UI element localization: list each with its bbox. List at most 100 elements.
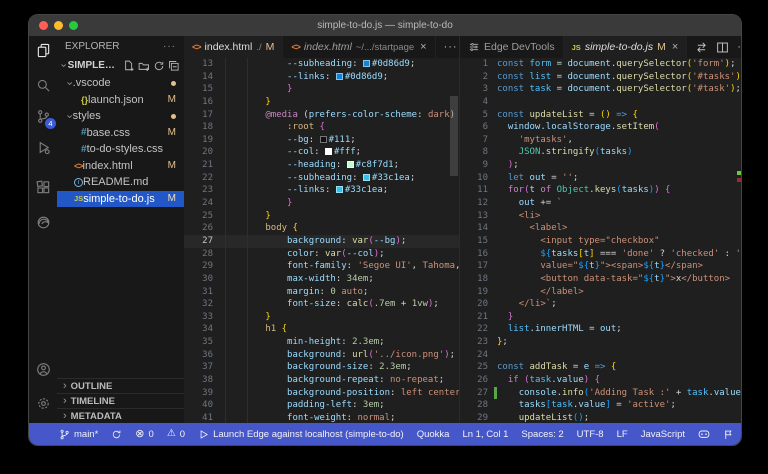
- overview-ruler-deleted-mark: [737, 178, 741, 182]
- activity-debug-icon[interactable]: [31, 135, 55, 159]
- close-tab-icon[interactable]: ×: [672, 41, 678, 53]
- line-number: 7: [482, 134, 488, 145]
- new-file-icon[interactable]: [123, 60, 135, 72]
- code-editor[interactable]: 1 const form = document.querySelector('fo…: [460, 58, 741, 423]
- minimize-window-button[interactable]: [54, 21, 63, 30]
- line-number: 19: [202, 134, 213, 145]
- code-text: body {: [265, 223, 298, 234]
- split-editor-icon[interactable]: [716, 41, 729, 54]
- tree-item-launch-json[interactable]: {} launch.json M: [57, 92, 184, 109]
- code-text: ${tasks[t] === 'done' ? 'checked' : '': [540, 248, 741, 259]
- panel-metadata[interactable]: › METADATA: [57, 408, 184, 423]
- tree-item-to-do-styles-css[interactable]: # to-do-styles.css: [57, 141, 184, 158]
- line-number: 35: [202, 337, 213, 348]
- git-modified-badge: M: [167, 127, 176, 139]
- code-text: font-weight: normal;: [287, 412, 396, 423]
- status-item-launch[interactable]: Launch Edge against localhost (simple-to…: [198, 429, 404, 440]
- tab-label: simple-to-do.js: [584, 41, 654, 53]
- workspace-section-row[interactable]: › SIMPLE…: [57, 56, 184, 75]
- status-item-sync[interactable]: [111, 429, 122, 440]
- tree-item-base-css[interactable]: # base.css M: [57, 125, 184, 142]
- line-number: 28: [477, 400, 488, 411]
- status-item-spaces-[interactable]: Spaces: 2: [521, 429, 563, 440]
- status-item-quokka[interactable]: Quokka: [417, 429, 450, 440]
- refresh-icon[interactable]: [153, 60, 165, 72]
- status-item-0[interactable]: ⊗ 0: [135, 428, 154, 440]
- status-item-flag[interactable]: [723, 429, 734, 440]
- line-number: 14: [477, 223, 488, 234]
- line-number: 34: [202, 324, 213, 335]
- scrollbar-thumb[interactable]: [450, 96, 458, 176]
- close-window-button[interactable]: [39, 21, 48, 30]
- tab-label: index.html: [303, 41, 352, 53]
- tree-item--vscode[interactable]: › .vscode: [57, 75, 184, 92]
- line-number: 19: [477, 286, 488, 297]
- status-item-lf[interactable]: LF: [617, 429, 628, 440]
- line-number: 6: [482, 122, 488, 133]
- status-item-ln[interactable]: Ln 1, Col 1: [462, 429, 508, 440]
- status-item-label: Spaces: 2: [521, 428, 564, 440]
- code-text: --subheading: #33c1ea;: [287, 172, 416, 183]
- activity-account-icon[interactable]: [31, 357, 55, 381]
- code-text: background: var(--bg);: [287, 235, 407, 246]
- code-text: }: [287, 84, 293, 95]
- line-number: 9: [482, 160, 488, 171]
- status-item-label: UTF-8: [576, 428, 604, 440]
- sync-icon: [111, 429, 122, 440]
- code-text: const task = document.querySelector('#ta…: [497, 84, 741, 95]
- explorer-more-icon[interactable]: ···: [163, 41, 176, 52]
- close-tab-icon[interactable]: ×: [420, 41, 426, 53]
- tree-item-readme-md[interactable]: i README.md: [57, 174, 184, 191]
- open-changes-icon[interactable]: [695, 41, 708, 54]
- activity-search-icon[interactable]: [31, 73, 55, 97]
- indent-guide: [225, 58, 226, 423]
- maximize-window-button[interactable]: [69, 21, 78, 30]
- activity-extensions-icon[interactable]: [31, 175, 55, 199]
- line-number: 29: [202, 261, 213, 272]
- line-number: 15: [202, 84, 213, 95]
- status-item-javascript[interactable]: JavaScript: [641, 429, 685, 440]
- status-item-label: JavaScript: [640, 428, 686, 440]
- new-folder-icon[interactable]: [138, 60, 150, 72]
- tree-item-styles[interactable]: › styles: [57, 108, 184, 125]
- line-number: 33: [202, 311, 213, 322]
- line-number: 32: [202, 299, 213, 310]
- line-number: 30: [202, 273, 213, 284]
- status-item-main-[interactable]: main*: [59, 429, 98, 440]
- activity-edge-icon[interactable]: [31, 210, 55, 234]
- line-number: 25: [202, 210, 213, 221]
- tab-index-html[interactable]: <> index.html ./M: [184, 36, 284, 58]
- tab-edge-devtools[interactable]: Edge DevTools: [460, 36, 564, 58]
- activity-files-icon[interactable]: [31, 38, 55, 62]
- activity-settings-icon[interactable]: [31, 391, 55, 415]
- color-swatch: [362, 173, 370, 181]
- panel-timeline[interactable]: › TIMELINE: [57, 393, 184, 408]
- tab-index-html[interactable]: <> index.html ~/.../startpage ×: [283, 36, 436, 58]
- status-item-pad[interactable]: [698, 428, 710, 440]
- tab-simple-to-do-js[interactable]: JS simple-to-do.js M ×: [563, 36, 688, 58]
- code-text: const form = document.querySelector('for…: [497, 59, 736, 69]
- collapse-all-icon[interactable]: [168, 60, 180, 72]
- tab-bar: Edge DevTools JSsimple-to-do.jsM × ···: [460, 36, 741, 58]
- chevron-right-icon: ›: [63, 409, 67, 422]
- code-text: 'mytasks',: [518, 134, 573, 145]
- code-text: value="${t}"><span>${t}</span>: [540, 261, 703, 272]
- chevron-right-icon: ›: [63, 394, 67, 407]
- tree-item-simple-to-do-js[interactable]: JS simple-to-do.js M: [57, 190, 184, 207]
- status-item-0[interactable]: ⚠ 0: [167, 429, 185, 440]
- status-item-utf-8[interactable]: UTF-8: [577, 429, 604, 440]
- code-line: 21 }: [460, 311, 741, 324]
- code-line: 1 const form = document.querySelector('fo…: [460, 58, 741, 71]
- pad-icon: [698, 428, 710, 440]
- code-line: 22 list.innerHTML = out;: [460, 323, 741, 336]
- panel-outline[interactable]: › OUTLINE: [57, 378, 184, 393]
- edge-devtools-icon: [468, 41, 480, 53]
- code-line: 2 const list = document.querySelector('#t…: [460, 71, 741, 84]
- more-actions-icon[interactable]: ···: [737, 41, 741, 53]
- panel-label: TIMELINE: [70, 395, 116, 407]
- code-editor[interactable]: 13 --subheading: #0d86d9; 14 --links: #0d…: [184, 58, 459, 423]
- more-actions-icon[interactable]: ···: [444, 41, 458, 53]
- tree-item-index-html[interactable]: <> index.html M: [57, 158, 184, 175]
- activity-source-control-icon[interactable]: 4: [31, 104, 56, 129]
- branch-icon: [59, 429, 70, 440]
